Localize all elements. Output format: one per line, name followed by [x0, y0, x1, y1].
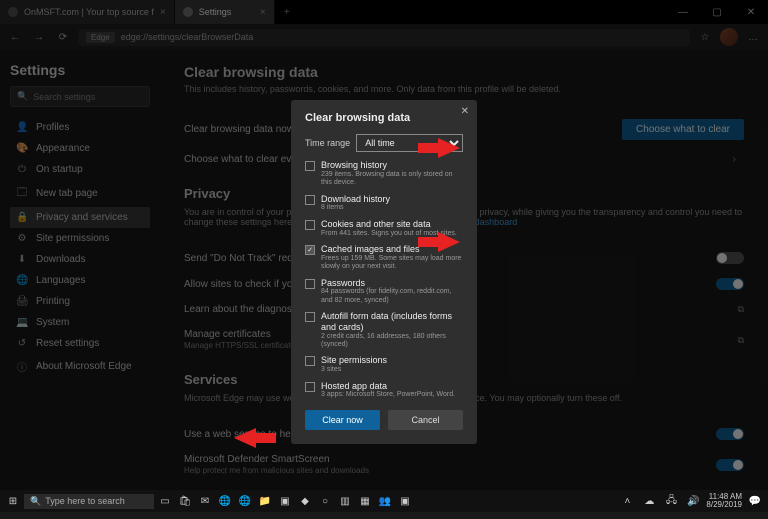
task-view-icon[interactable]: ▭ [156, 492, 174, 510]
annotation-arrow-icon [438, 232, 460, 252]
option-text: Autofill form data (includes forms and c… [321, 311, 463, 349]
clear-now-button[interactable]: Clear now [305, 410, 380, 430]
option-text: Passwords84 passwords (for fidelity.com,… [321, 278, 463, 306]
onedrive-icon[interactable]: ☁ [640, 492, 658, 510]
app-icon[interactable]: ▣ [276, 492, 294, 510]
clock[interactable]: 11:48 AM 8/29/2019 [706, 493, 742, 509]
windows-taskbar: ⊞ 🔍 Type here to search ▭ 🛍 ✉ 🌐 🌐 📁 ▣ ◆ … [0, 490, 768, 512]
app-icon[interactable]: ▦ [356, 492, 374, 510]
clear-option[interactable]: Download history8 items [305, 194, 463, 213]
clear-option[interactable]: Site permissions3 sites [305, 355, 463, 374]
teams-icon[interactable]: 👥 [376, 492, 394, 510]
search-icon: 🔍 [30, 496, 41, 507]
edge-dev-icon[interactable]: 🌐 [236, 492, 254, 510]
clear-option[interactable]: Browsing history239 items. Browsing data… [305, 160, 463, 188]
system-tray: ˄ ☁ 🖧 🔊 11:48 AM 8/29/2019 💬 [618, 492, 764, 510]
checkbox[interactable] [305, 279, 315, 289]
store-icon[interactable]: 🛍 [176, 492, 194, 510]
checkbox[interactable] [305, 382, 315, 392]
annotation-arrow-icon [438, 138, 460, 158]
option-text: Browsing history239 items. Browsing data… [321, 160, 463, 188]
start-button[interactable]: ⊞ [4, 492, 22, 510]
option-text: Site permissions3 sites [321, 355, 387, 374]
checkbox[interactable] [305, 195, 315, 205]
notifications-icon[interactable]: 💬 [746, 492, 764, 510]
clear-option[interactable]: Autofill form data (includes forms and c… [305, 311, 463, 349]
clock-date: 8/29/2019 [706, 501, 742, 509]
dialog-actions: Clear now Cancel [305, 410, 463, 430]
checkbox[interactable] [305, 220, 315, 230]
app-icon[interactable]: ▣ [396, 492, 414, 510]
cancel-button[interactable]: Cancel [388, 410, 463, 430]
modal-overlay: ✕ Clear browsing data Time range All tim… [0, 0, 768, 512]
annotation-arrow-icon [234, 428, 256, 448]
option-text: Cookies and other site dataFrom 441 site… [321, 219, 457, 238]
app-icon[interactable]: ▥ [336, 492, 354, 510]
clear-option[interactable]: Hosted app data3 apps: Microsoft Store, … [305, 381, 463, 400]
checkbox[interactable] [305, 161, 315, 171]
volume-icon[interactable]: 🔊 [684, 492, 702, 510]
checkbox[interactable] [305, 356, 315, 366]
dialog-close-button[interactable]: ✕ [461, 106, 469, 117]
option-text: Hosted app data3 apps: Microsoft Store, … [321, 381, 455, 400]
app-icon[interactable]: ◆ [296, 492, 314, 510]
option-text: Download history8 items [321, 194, 390, 213]
chevron-up-icon[interactable]: ˄ [618, 492, 636, 510]
time-range-label: Time range [305, 138, 350, 148]
mail-icon[interactable]: ✉ [196, 492, 214, 510]
cortana-icon[interactable]: ○ [316, 492, 334, 510]
search-placeholder: Type here to search [45, 496, 125, 506]
network-icon[interactable]: 🖧 [662, 492, 680, 510]
taskbar-search[interactable]: 🔍 Type here to search [24, 494, 154, 509]
explorer-icon[interactable]: 📁 [256, 492, 274, 510]
checkbox[interactable]: ✓ [305, 245, 315, 255]
edge-icon[interactable]: 🌐 [216, 492, 234, 510]
checkbox[interactable] [305, 312, 315, 322]
clear-option[interactable]: Passwords84 passwords (for fidelity.com,… [305, 278, 463, 306]
dialog-title: Clear browsing data [305, 112, 463, 124]
